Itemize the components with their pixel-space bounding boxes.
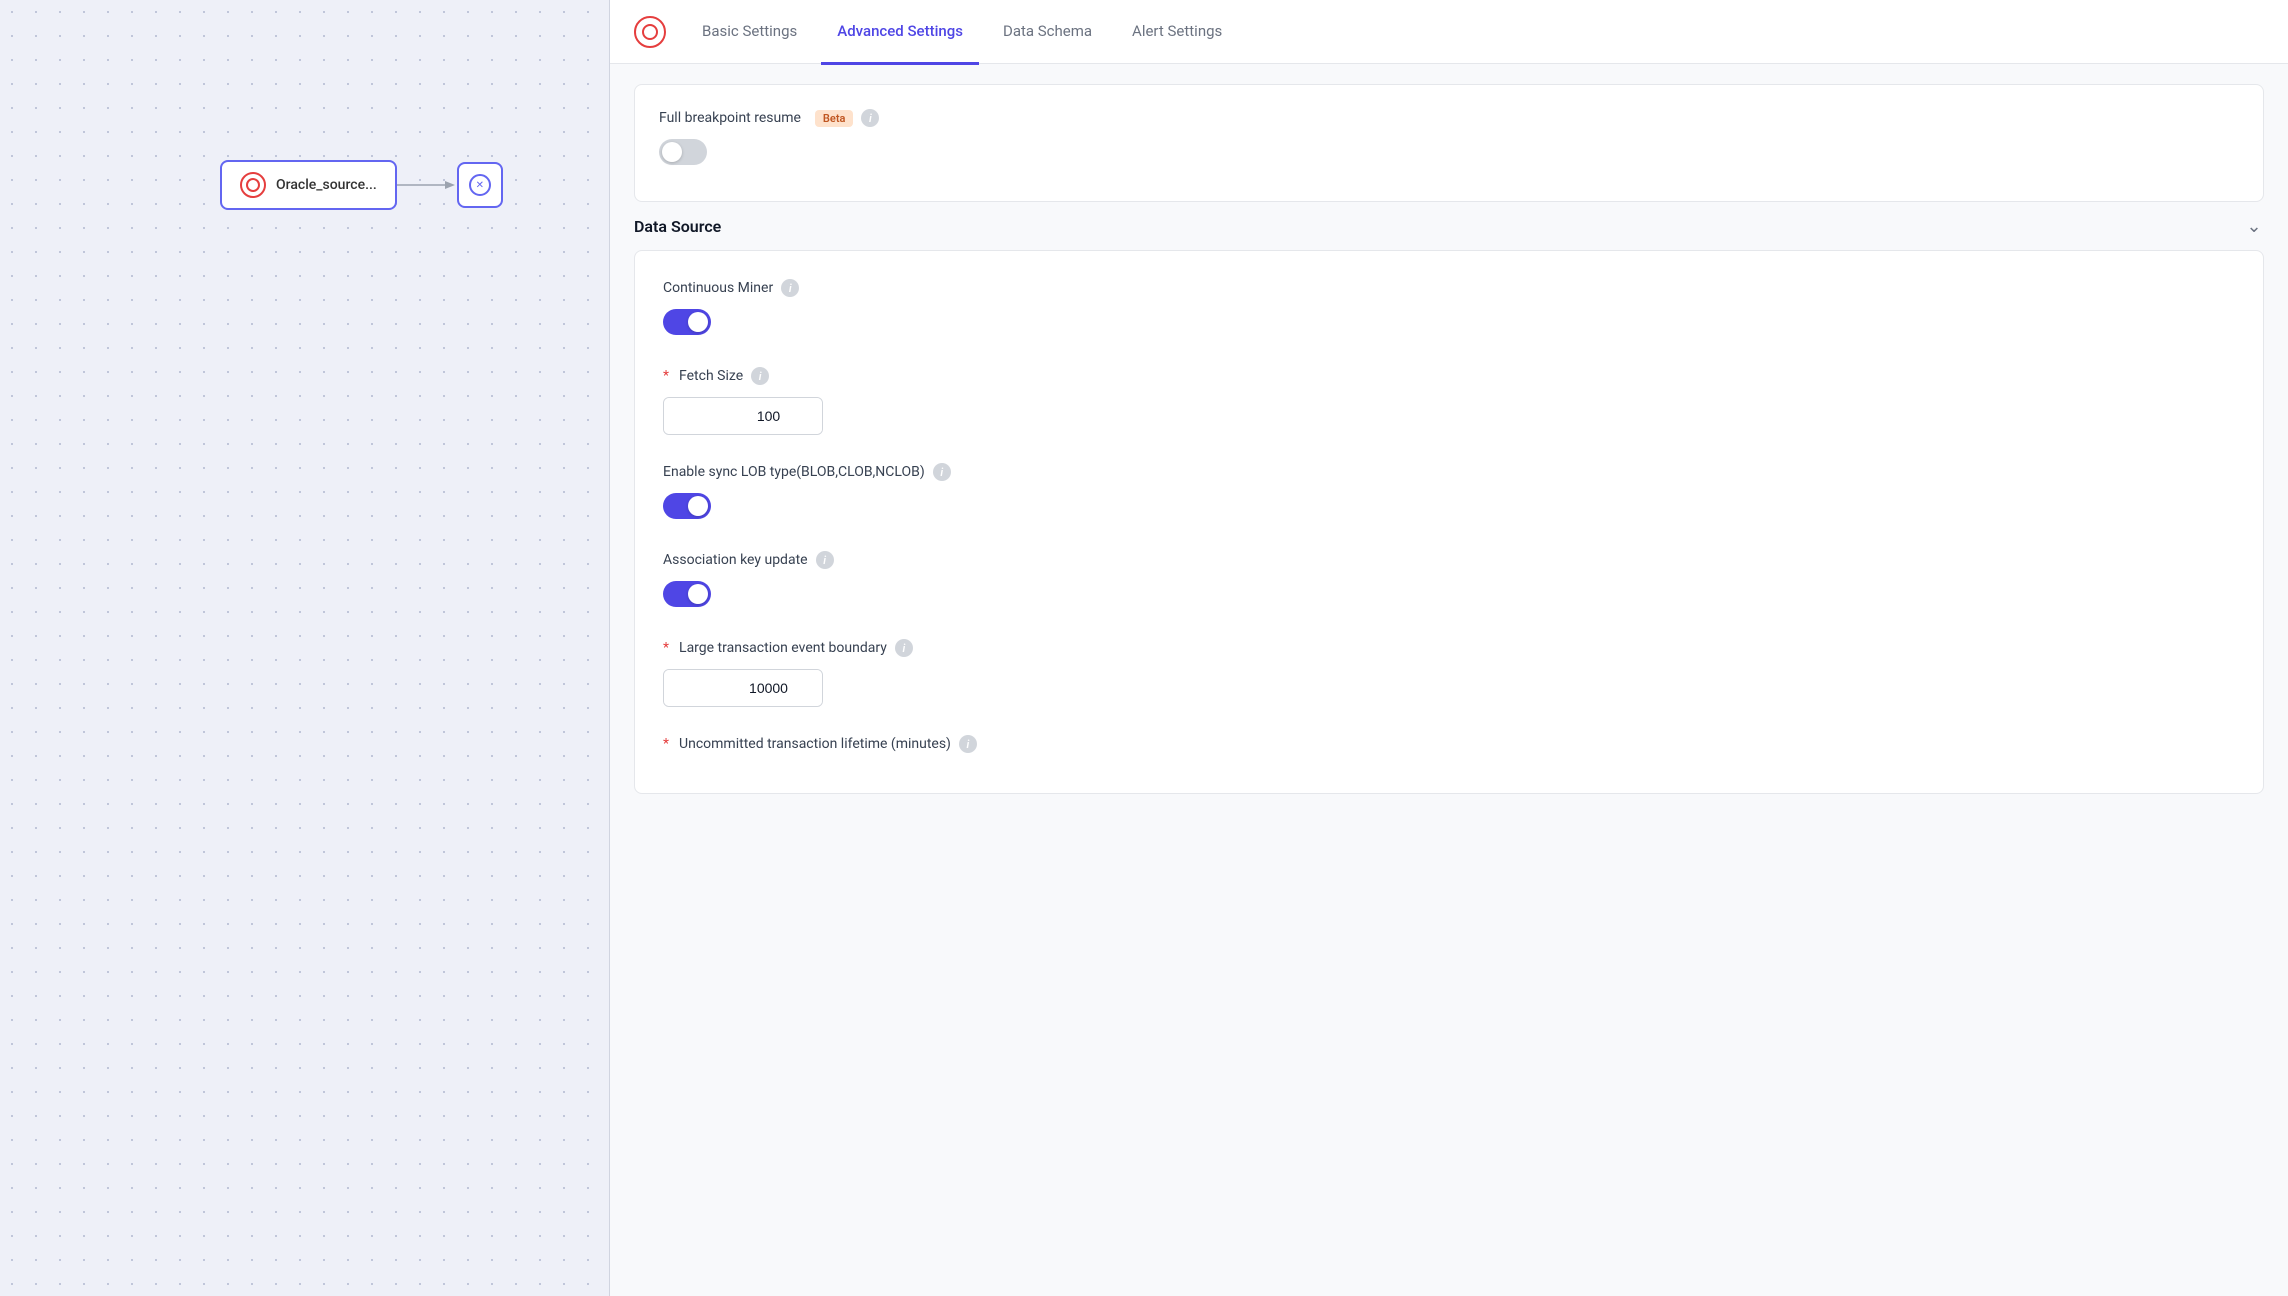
fetch-size-field-group: * Fetch Size i ▲ ▼ xyxy=(663,367,2235,435)
beta-badge: Beta xyxy=(815,110,854,127)
sync-lob-info-icon[interactable]: i xyxy=(933,463,951,481)
association-key-toggle-knob xyxy=(688,584,708,604)
sync-lob-label: Enable sync LOB type(BLOB,CLOB,NCLOB) i xyxy=(663,463,2235,481)
continuous-miner-info-icon[interactable]: i xyxy=(781,279,799,297)
association-key-label: Association key update i xyxy=(663,551,2235,569)
pipeline-arrow xyxy=(397,175,457,195)
uncommitted-transaction-info-icon[interactable]: i xyxy=(959,735,977,753)
full-breakpoint-card: Full breakpoint resume Beta i xyxy=(634,84,2264,202)
continuous-miner-toggle[interactable] xyxy=(663,309,711,335)
continuous-miner-toggle-wrapper xyxy=(663,309,2235,339)
tab-data-schema[interactable]: Data Schema xyxy=(987,1,1108,65)
full-breakpoint-field-group: Full breakpoint resume Beta i xyxy=(659,109,2239,169)
tab-advanced-settings[interactable]: Advanced Settings xyxy=(821,1,979,65)
oracle-icon xyxy=(240,172,266,198)
full-breakpoint-label: Full breakpoint resume Beta i xyxy=(659,109,2239,127)
tab-basic-settings[interactable]: Basic Settings xyxy=(686,1,813,65)
full-breakpoint-info-icon[interactable]: i xyxy=(861,109,879,127)
large-transaction-required-star: * xyxy=(663,640,669,656)
large-transaction-info-icon[interactable]: i xyxy=(895,639,913,657)
uncommitted-transaction-label: * Uncommitted transaction lifetime (minu… xyxy=(663,735,2235,753)
large-transaction-label: * Large transaction event boundary i xyxy=(663,639,2235,657)
association-key-toggle[interactable] xyxy=(663,581,711,607)
fetch-size-input[interactable] xyxy=(664,398,823,434)
fetch-size-input-wrapper: ▲ ▼ xyxy=(663,397,823,435)
fetch-size-required-star: * xyxy=(663,368,669,384)
association-key-field-group: Association key update i xyxy=(663,551,2235,611)
data-source-section: Data Source ⌄ Continuous Miner i xyxy=(634,202,2264,794)
continuous-miner-toggle-knob xyxy=(688,312,708,332)
arrow-svg xyxy=(397,175,457,195)
uncommitted-transaction-field-group: * Uncommitted transaction lifetime (minu… xyxy=(663,735,2235,753)
full-breakpoint-toggle-knob xyxy=(662,142,682,162)
large-transaction-input-wrapper: ▲ ▼ xyxy=(663,669,823,707)
sync-lob-toggle-wrapper xyxy=(663,493,2235,523)
tab-alert-settings[interactable]: Alert Settings xyxy=(1116,1,1238,65)
tab-oracle-icon xyxy=(634,16,666,48)
canvas-area: Oracle_source... xyxy=(0,0,610,1296)
destination-icon xyxy=(469,174,491,196)
uncommitted-transaction-required-star: * xyxy=(663,736,669,752)
data-source-title: Data Source xyxy=(634,217,721,236)
fetch-size-label: * Fetch Size i xyxy=(663,367,2235,385)
tabs-header: Basic Settings Advanced Settings Data Sc… xyxy=(610,0,2288,64)
data-source-chevron-icon: ⌄ xyxy=(2244,216,2264,236)
data-source-header[interactable]: Data Source ⌄ xyxy=(634,202,2264,250)
oracle-source-node[interactable]: Oracle_source... xyxy=(220,160,397,210)
association-key-info-icon[interactable]: i xyxy=(816,551,834,569)
association-key-toggle-wrapper xyxy=(663,581,2235,611)
sync-lob-toggle[interactable] xyxy=(663,493,711,519)
continuous-miner-label: Continuous Miner i xyxy=(663,279,2235,297)
sync-lob-field-group: Enable sync LOB type(BLOB,CLOB,NCLOB) i xyxy=(663,463,2235,523)
oracle-node-label: Oracle_source... xyxy=(276,177,377,193)
pipeline-flow: Oracle_source... xyxy=(220,160,503,210)
right-panel: Basic Settings Advanced Settings Data Sc… xyxy=(610,0,2288,1296)
content-area: Full breakpoint resume Beta i Data Sourc… xyxy=(610,64,2288,1296)
sync-lob-toggle-knob xyxy=(688,496,708,516)
destination-node[interactable] xyxy=(457,162,503,208)
fetch-size-info-icon[interactable]: i xyxy=(751,367,769,385)
continuous-miner-field-group: Continuous Miner i xyxy=(663,279,2235,339)
full-breakpoint-toggle[interactable] xyxy=(659,139,707,165)
data-source-content: Continuous Miner i * Fetch Size i xyxy=(634,250,2264,794)
large-transaction-field-group: * Large transaction event boundary i ▲ ▼ xyxy=(663,639,2235,707)
full-breakpoint-toggle-wrapper xyxy=(659,139,2239,169)
large-transaction-input[interactable] xyxy=(664,670,823,706)
